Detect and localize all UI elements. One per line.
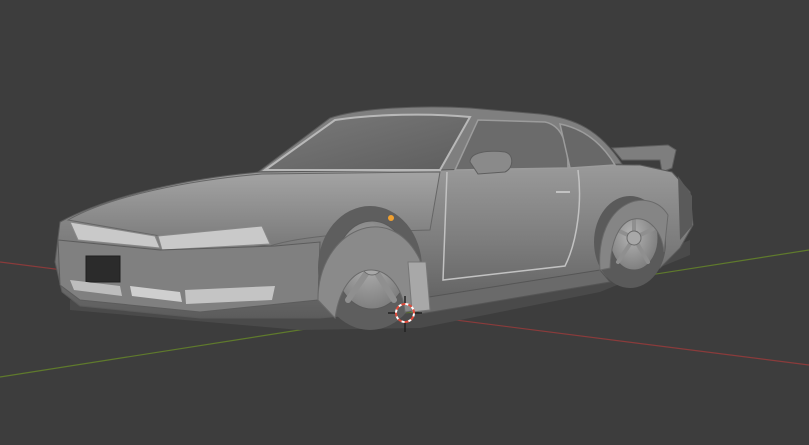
windshield <box>261 113 472 171</box>
side-mirror <box>469 150 513 175</box>
3d-viewport[interactable] <box>0 0 809 445</box>
viewport-canvas[interactable] <box>0 0 809 445</box>
car-model[interactable] <box>54 106 694 330</box>
object-origin-icon[interactable] <box>388 215 394 221</box>
license-plate <box>85 255 121 283</box>
mudflap <box>407 261 431 313</box>
